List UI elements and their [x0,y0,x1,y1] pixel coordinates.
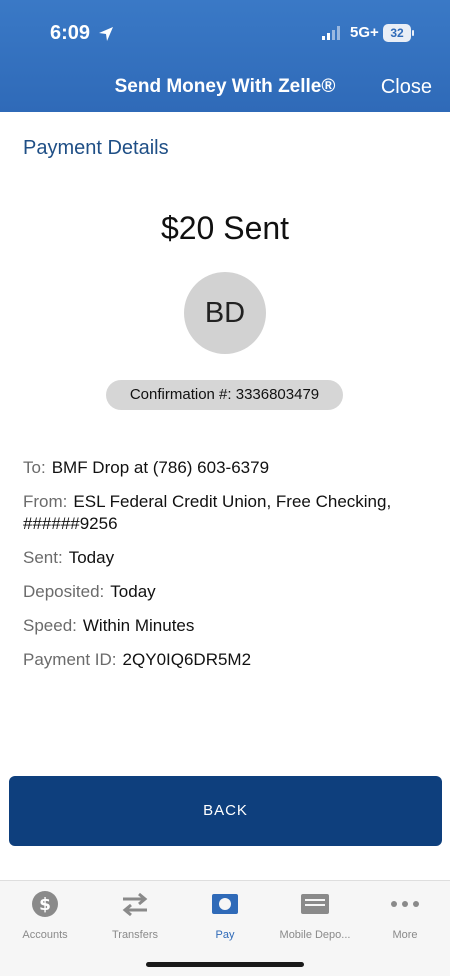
status-bar: 6:09 5G+ 32 [0,20,450,48]
tab-label: Accounts [22,929,68,941]
svg-text:$: $ [39,895,51,915]
detail-value: 2QY0IQ6DR5M2 [122,650,252,669]
detail-row-to: To: BMF Drop at (786) 603-6379 [23,457,433,479]
detail-value: BMF Drop at (786) 603-6379 [51,458,270,477]
back-button[interactable]: BACK [9,776,442,846]
tab-label: Transfers [111,929,159,941]
network-label: 5G+ [350,24,379,41]
detail-label: From: [23,492,68,511]
detail-value: Within Minutes [82,616,195,635]
detail-value: ESL Federal Credit Union, Free Checking,… [23,492,392,533]
detail-label: Deposited: [23,582,105,601]
payment-details: To: BMF Drop at (786) 603-6379 From: ESL F… [23,457,433,683]
tab-label: Mobile Depo... [279,929,351,941]
detail-label: Speed: [23,616,77,635]
amount-sent: $20 Sent [160,210,290,246]
close-button[interactable]: Close [381,76,432,99]
section-title: Payment Details [23,137,169,159]
more-dots-icon [391,901,419,907]
check-deposit-icon [301,894,329,914]
tab-mobile-deposit[interactable]: Mobile Depo... [270,889,360,941]
avatar: BD [184,272,266,354]
tab-transfers[interactable]: Transfers [90,889,180,941]
detail-row-from: From: ESL Federal Credit Union, Free Chec… [23,491,433,535]
tab-more[interactable]: More [360,889,450,941]
home-indicator [146,962,304,967]
detail-row-sent: Sent: Today [23,547,433,569]
dollar-circle-icon: $ [32,891,58,917]
detail-value: Today [68,548,115,567]
location-arrow-icon [99,27,113,41]
confirmation-badge: Confirmation #: 3336803479 [106,380,343,410]
tab-pay[interactable]: Pay [180,889,270,941]
top-bar: 6:09 5G+ 32 Send Money With Zelle® Close [0,0,450,112]
battery-icon: 32 [383,24,411,42]
tab-label: More [392,929,418,941]
detail-label: Payment ID: [23,650,117,669]
status-time: 6:09 [50,22,91,44]
tab-accounts[interactable]: $ Accounts [0,889,90,941]
signal-icon [322,26,340,40]
pay-icon [212,894,238,914]
detail-label: Sent: [23,548,63,567]
detail-row-speed: Speed: Within Minutes [23,615,433,637]
detail-value: Today [110,582,156,601]
battery-tip [412,30,414,36]
tab-label: Pay [215,929,235,941]
detail-row-payment-id: Payment ID: 2QY0IQ6DR5M2 [23,649,433,671]
detail-row-deposited: Deposited: Today [23,581,433,603]
transfer-arrows-icon [122,892,148,917]
detail-label: To: [23,458,46,477]
